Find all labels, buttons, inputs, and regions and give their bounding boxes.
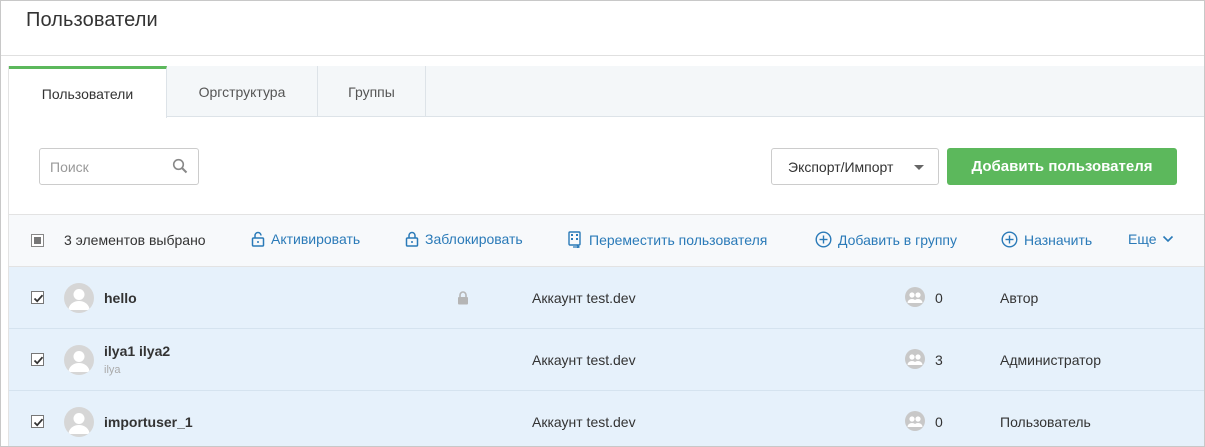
table-row[interactable]: importuser_1 Аккаунт test.dev 0 Пользова… bbox=[9, 391, 1204, 446]
avatar bbox=[64, 407, 94, 437]
group-icon bbox=[905, 349, 925, 369]
user-account: Аккаунт test.dev bbox=[532, 414, 636, 430]
user-placeholder-icon bbox=[68, 351, 90, 372]
avatar bbox=[64, 283, 94, 313]
user-account: Аккаунт test.dev bbox=[532, 290, 636, 306]
more-label: Еще bbox=[1128, 231, 1157, 247]
activate-button[interactable]: Активировать bbox=[251, 231, 360, 247]
row-checkbox[interactable] bbox=[31, 291, 44, 304]
checkmark-icon bbox=[33, 418, 44, 427]
users-table: hello Аккаунт test.dev 0 Автор ilya1 ily… bbox=[9, 267, 1204, 446]
user-placeholder-icon bbox=[68, 289, 90, 310]
table-row[interactable]: ilya1 ilya2 ilya Аккаунт test.dev 3 Адми… bbox=[9, 329, 1204, 391]
assign-button[interactable]: Назначить bbox=[1001, 231, 1092, 248]
toolbar: Экспорт/Импорт Добавить пользователя bbox=[9, 117, 1204, 215]
avatar bbox=[64, 345, 94, 375]
add-to-group-button[interactable]: Добавить в группу bbox=[815, 231, 957, 248]
row-checkbox[interactable] bbox=[31, 353, 44, 366]
group-count: 0 bbox=[935, 414, 943, 430]
bulk-actions-bar: 3 элементов выбрано Активировать Заблоки… bbox=[9, 215, 1204, 267]
user-name[interactable]: importuser_1 bbox=[104, 414, 193, 430]
tab-users[interactable]: Пользователи bbox=[9, 66, 167, 118]
more-dropdown[interactable]: Еще bbox=[1128, 231, 1174, 247]
checkmark-icon bbox=[33, 356, 44, 365]
unlock-icon bbox=[251, 231, 265, 247]
page-title: Пользователи bbox=[26, 9, 158, 31]
search-icon[interactable] bbox=[172, 158, 188, 174]
user-account: Аккаунт test.dev bbox=[532, 352, 636, 368]
group-count: 0 bbox=[935, 290, 943, 306]
block-label: Заблокировать bbox=[425, 231, 523, 247]
add-to-group-label: Добавить в группу bbox=[838, 231, 957, 248]
user-role: Администратор bbox=[1000, 352, 1102, 368]
user-name[interactable]: hello bbox=[104, 290, 137, 306]
user-name[interactable]: ilya1 ilya2 bbox=[104, 343, 170, 359]
user-role: Автор bbox=[1000, 290, 1039, 306]
checkmark-icon bbox=[33, 294, 44, 303]
add-user-button[interactable]: Добавить пользователя bbox=[947, 148, 1177, 185]
activate-label: Активировать bbox=[271, 231, 361, 247]
assign-label: Назначить bbox=[1024, 231, 1093, 248]
group-icon bbox=[905, 287, 925, 307]
building-move-icon bbox=[568, 231, 581, 248]
user-login: ilya bbox=[104, 364, 121, 376]
export-import-dropdown[interactable]: Экспорт/Импорт bbox=[771, 148, 939, 185]
export-import-label: Экспорт/Импорт bbox=[788, 158, 894, 175]
tab-org-structure[interactable]: Оргструктура bbox=[167, 66, 318, 117]
user-placeholder-icon bbox=[68, 413, 90, 434]
group-icon bbox=[905, 411, 925, 431]
move-user-button[interactable]: Переместить пользователя bbox=[567, 231, 767, 248]
search-input[interactable] bbox=[40, 149, 160, 184]
select-all-checkbox[interactable] bbox=[31, 234, 44, 247]
locked-icon bbox=[458, 291, 468, 305]
tab-bar: Пользователи Оргструктура Группы bbox=[9, 66, 1204, 118]
block-button[interactable]: Заблокировать bbox=[405, 231, 523, 247]
chevron-down-icon bbox=[1162, 235, 1173, 243]
page-header: Пользователи bbox=[1, 1, 1204, 56]
row-checkbox[interactable] bbox=[31, 415, 44, 428]
caret-down-icon bbox=[914, 165, 924, 170]
search-box bbox=[39, 148, 199, 185]
users-panel: Пользователи Оргструктура Группы Экспорт… bbox=[8, 66, 1204, 446]
plus-circle-icon bbox=[1001, 231, 1018, 248]
move-user-label: Переместить пользователя bbox=[589, 231, 768, 248]
app-window: Пользователи Пользователи Оргструктура Г… bbox=[0, 0, 1205, 447]
table-row[interactable]: hello Аккаунт test.dev 0 Автор bbox=[9, 267, 1204, 329]
group-count: 3 bbox=[935, 352, 943, 368]
lock-icon bbox=[405, 231, 419, 247]
tab-groups[interactable]: Группы bbox=[318, 66, 426, 117]
user-role: Пользователь bbox=[1000, 414, 1091, 430]
selected-count: 3 элементов выбрано bbox=[64, 232, 206, 248]
plus-circle-icon bbox=[815, 231, 832, 248]
